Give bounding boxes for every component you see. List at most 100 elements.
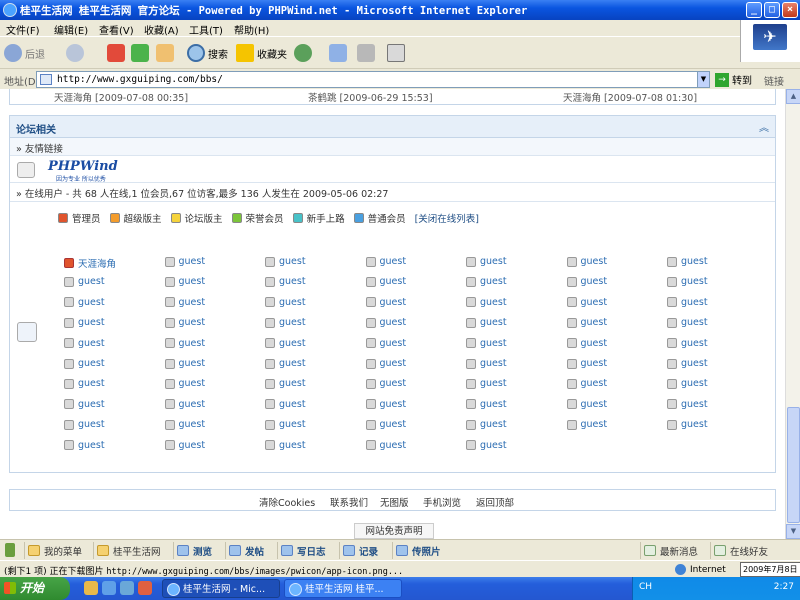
online-user[interactable]: guest [164,297,205,308]
toolbar-upload-photo[interactable]: 传照片 [392,542,444,559]
close-online-list-link[interactable]: [关闭在线列表] [415,211,479,225]
disclaimer-tab[interactable]: 网站免责声明 [354,523,434,539]
online-user[interactable]: guest [265,338,306,349]
online-user[interactable]: guest [265,399,306,410]
online-user[interactable]: guest [566,256,607,267]
online-user[interactable]: guest [265,297,306,308]
search-button[interactable]: 搜索 [187,43,228,63]
toolbar-site[interactable]: 桂平生活网 [93,542,164,559]
links-toolbar[interactable]: 链接 [764,73,784,88]
online-user[interactable]: guest [265,378,306,389]
online-user[interactable]: guest [64,358,105,369]
online-user[interactable]: guest [466,378,507,389]
mail-button[interactable] [329,43,350,63]
toolbar-toggle-icon[interactable] [5,543,15,557]
online-user[interactable]: guest [365,297,406,308]
online-user[interactable]: guest [164,358,205,369]
online-user[interactable]: guest [466,338,507,349]
language-indicator[interactable]: CH [639,582,652,592]
scroll-thumb[interactable] [787,407,800,523]
menu-help[interactable]: 帮助(H) [234,22,269,37]
toolbar-record[interactable]: 记录 [339,542,381,559]
online-user[interactable]: guest [265,256,306,267]
online-user[interactable]: guest [667,256,708,267]
taskbar-window-1[interactable]: 桂平生活网 - Mic... [162,579,280,598]
quicklaunch-qq-icon[interactable] [84,581,98,595]
phpwind-logo[interactable]: PHPWind [48,159,118,174]
online-user[interactable]: guest [64,317,105,328]
close-button[interactable]: × [782,2,798,18]
menu-file[interactable]: 文件(F) [6,22,40,37]
footer-clear-cookies[interactable]: 清除Cookies [259,495,315,509]
toolbar-write-diary[interactable]: 写日志 [277,542,329,559]
toolbar-new-post[interactable]: 发帖 [225,542,267,559]
online-user[interactable]: guest [365,399,406,410]
toolbar-browse[interactable]: 测览 [173,542,215,559]
vertical-scrollbar[interactable]: ▲ ▼ [785,89,800,539]
back-button[interactable]: 后退 [4,43,45,63]
online-user[interactable]: guest [365,256,406,267]
online-user[interactable]: guest [365,419,406,430]
online-user[interactable]: guest [365,276,406,287]
history-button[interactable] [294,43,315,63]
menu-tools[interactable]: 工具(T) [189,22,223,37]
quicklaunch-ie-icon[interactable] [102,581,116,595]
online-user[interactable]: guest [64,378,105,389]
online-user[interactable]: guest [566,399,607,410]
footer-text-version[interactable]: 无图版 [380,495,409,509]
online-user[interactable]: guest [164,276,205,287]
online-user[interactable]: guest [164,419,205,430]
footer-contact[interactable]: 联系我们 [330,495,368,509]
online-user[interactable]: guest [566,276,607,287]
online-user[interactable]: guest [64,399,105,410]
latest-post-1[interactable]: 天涯海角 [2009-07-08 00:35] [54,90,188,104]
online-user[interactable]: guest [667,276,708,287]
home-button[interactable] [156,43,177,63]
online-user[interactable]: guest [64,440,105,451]
address-input[interactable]: http://www.gxguiping.com/bbs/ [36,71,709,88]
collapse-icon[interactable]: ︽ [759,119,769,134]
favorites-button[interactable]: 收藏夹 [236,43,287,63]
online-user[interactable]: guest [466,276,507,287]
scroll-up-button[interactable]: ▲ [786,89,800,104]
online-user[interactable]: guest [365,317,406,328]
online-user[interactable]: guest [265,276,306,287]
menu-favorites[interactable]: 收藏(A) [144,22,179,37]
online-user[interactable]: guest [566,419,607,430]
online-user[interactable]: guest [64,297,105,308]
online-user[interactable]: guest [667,297,708,308]
online-user[interactable]: guest [566,358,607,369]
online-user[interactable]: guest [365,358,406,369]
online-user[interactable]: guest [566,338,607,349]
online-user[interactable]: guest [365,440,406,451]
quicklaunch-desktop-icon[interactable] [120,581,134,595]
menu-edit[interactable]: 编辑(E) [54,22,88,37]
online-user[interactable]: guest [466,440,507,451]
scroll-down-button[interactable]: ▼ [786,524,800,539]
online-user[interactable]: guest [265,440,306,451]
quicklaunch-media-icon[interactable] [138,581,152,595]
edit-button[interactable] [387,43,408,63]
online-user-admin[interactable]: 天涯海角 [64,256,116,270]
toolbar-online-friends[interactable]: 在线好友 [710,542,771,559]
online-user[interactable]: guest [466,399,507,410]
online-user[interactable]: guest [667,317,708,328]
forward-button[interactable] [66,43,87,63]
start-button[interactable]: 开始 [0,577,70,600]
online-user[interactable]: guest [466,297,507,308]
online-user[interactable]: guest [466,419,507,430]
online-user[interactable]: guest [64,338,105,349]
online-user[interactable]: guest [164,440,205,451]
online-user[interactable]: guest [265,317,306,328]
stop-button[interactable] [107,43,128,63]
online-user[interactable]: guest [566,297,607,308]
online-user[interactable]: guest [164,256,205,267]
online-user[interactable]: guest [667,378,708,389]
online-user[interactable]: guest [365,378,406,389]
online-user[interactable]: guest [265,358,306,369]
online-user[interactable]: guest [667,419,708,430]
address-dropdown-button[interactable]: ▼ [697,71,710,88]
online-user[interactable]: guest [466,358,507,369]
menu-view[interactable]: 查看(V) [99,22,134,37]
maximize-button[interactable]: □ [764,2,780,18]
